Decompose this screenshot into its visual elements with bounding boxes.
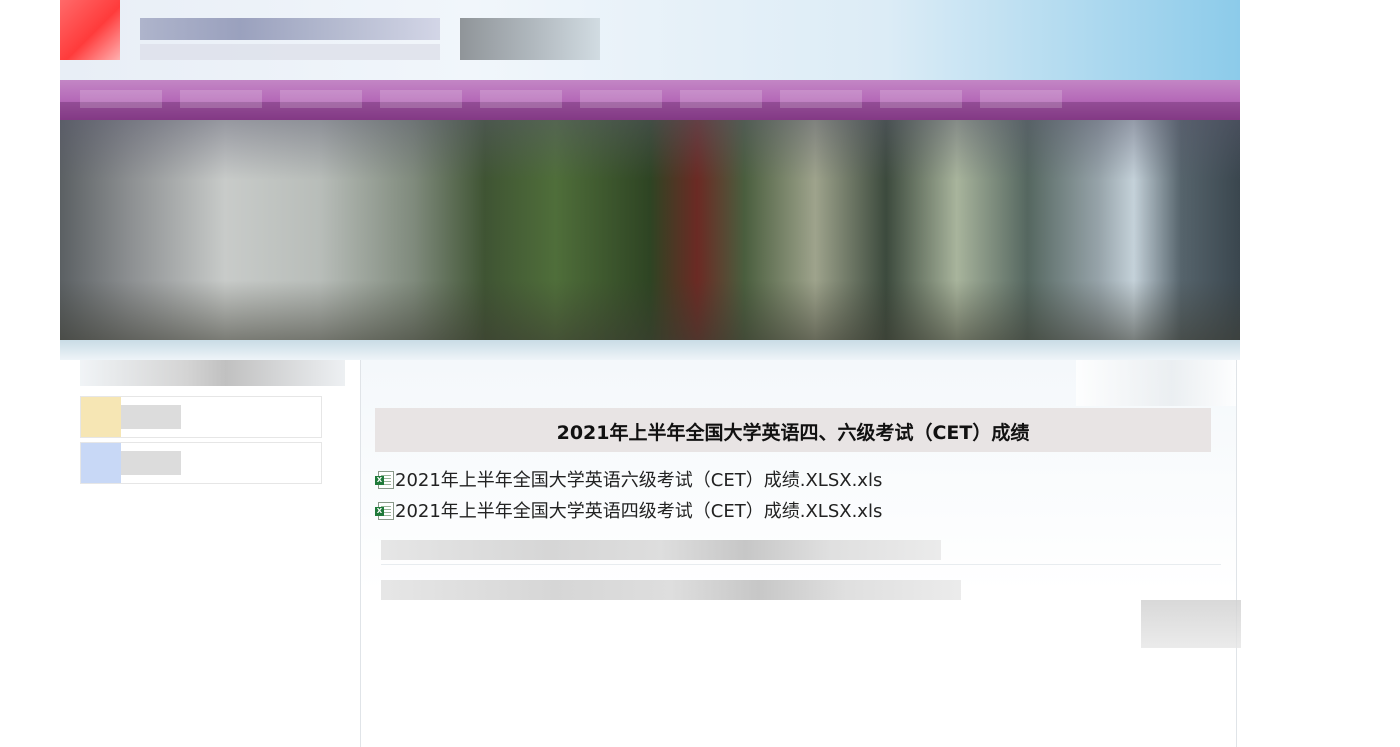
main-content: 2021年上半年全国大学英语四、六级考试（CET）成绩 X 2021年上半年全国… bbox=[360, 360, 1241, 747]
excel-file-icon: X bbox=[375, 501, 394, 520]
banner-ground bbox=[60, 280, 1240, 340]
header-top-strip bbox=[60, 0, 1240, 80]
redacted-text-line bbox=[381, 540, 941, 560]
nav-item-8[interactable] bbox=[780, 90, 862, 108]
nav-item-5[interactable] bbox=[480, 90, 562, 108]
sidebar-item-2-label-redacted bbox=[121, 451, 181, 475]
attachment-link-cet4[interactable]: 2021年上半年全国大学英语四级考试（CET）成绩.XLSX.xls bbox=[395, 497, 882, 523]
nav-item-6[interactable] bbox=[580, 90, 662, 108]
nav-item-10[interactable] bbox=[980, 90, 1062, 108]
excel-badge: X bbox=[375, 507, 384, 516]
nav-item-4[interactable] bbox=[380, 90, 462, 108]
excel-file-icon: X bbox=[375, 470, 394, 489]
excel-badge: X bbox=[375, 476, 384, 485]
attachment-link-cet6[interactable]: 2021年上半年全国大学英语六级考试（CET）成绩.XLSX.xls bbox=[395, 466, 882, 492]
attachment-row[interactable]: X 2021年上半年全国大学英语四级考试（CET）成绩.XLSX.xls bbox=[375, 497, 882, 523]
document-icon bbox=[81, 443, 121, 483]
header-block-redacted bbox=[460, 18, 600, 60]
nav-item-1[interactable] bbox=[80, 90, 162, 108]
sidebar-item-1-label-redacted bbox=[121, 405, 181, 429]
site-subtitle-redacted bbox=[140, 44, 440, 60]
campus-banner-photo bbox=[60, 120, 1240, 340]
banner-fade bbox=[60, 340, 1240, 360]
nav-item-3[interactable] bbox=[280, 90, 362, 108]
article-title: 2021年上半年全国大学英语四、六级考试（CET）成绩 bbox=[556, 422, 1030, 444]
redacted-block bbox=[1141, 600, 1241, 648]
sidebar-title-redacted bbox=[80, 360, 345, 386]
site-name-redacted bbox=[140, 18, 440, 40]
content-corner-redacted bbox=[1076, 360, 1236, 406]
content-divider bbox=[381, 564, 1221, 565]
article-title-band: 2021年上半年全国大学英语四、六级考试（CET）成绩 bbox=[375, 408, 1211, 452]
folder-icon bbox=[81, 397, 121, 437]
nav-items bbox=[80, 90, 1062, 108]
attachment-row[interactable]: X 2021年上半年全国大学英语六级考试（CET）成绩.XLSX.xls bbox=[375, 466, 882, 492]
redacted-text-line bbox=[381, 580, 961, 600]
nav-item-7[interactable] bbox=[680, 90, 762, 108]
school-logo-icon[interactable] bbox=[60, 0, 120, 60]
nav-item-2[interactable] bbox=[180, 90, 262, 108]
site-header bbox=[60, 0, 1240, 360]
main-navigation bbox=[60, 80, 1240, 120]
nav-item-9[interactable] bbox=[880, 90, 962, 108]
banner-sky bbox=[60, 120, 1240, 180]
sidebar-item-2[interactable] bbox=[80, 442, 322, 484]
sidebar-item-1[interactable] bbox=[80, 396, 322, 438]
